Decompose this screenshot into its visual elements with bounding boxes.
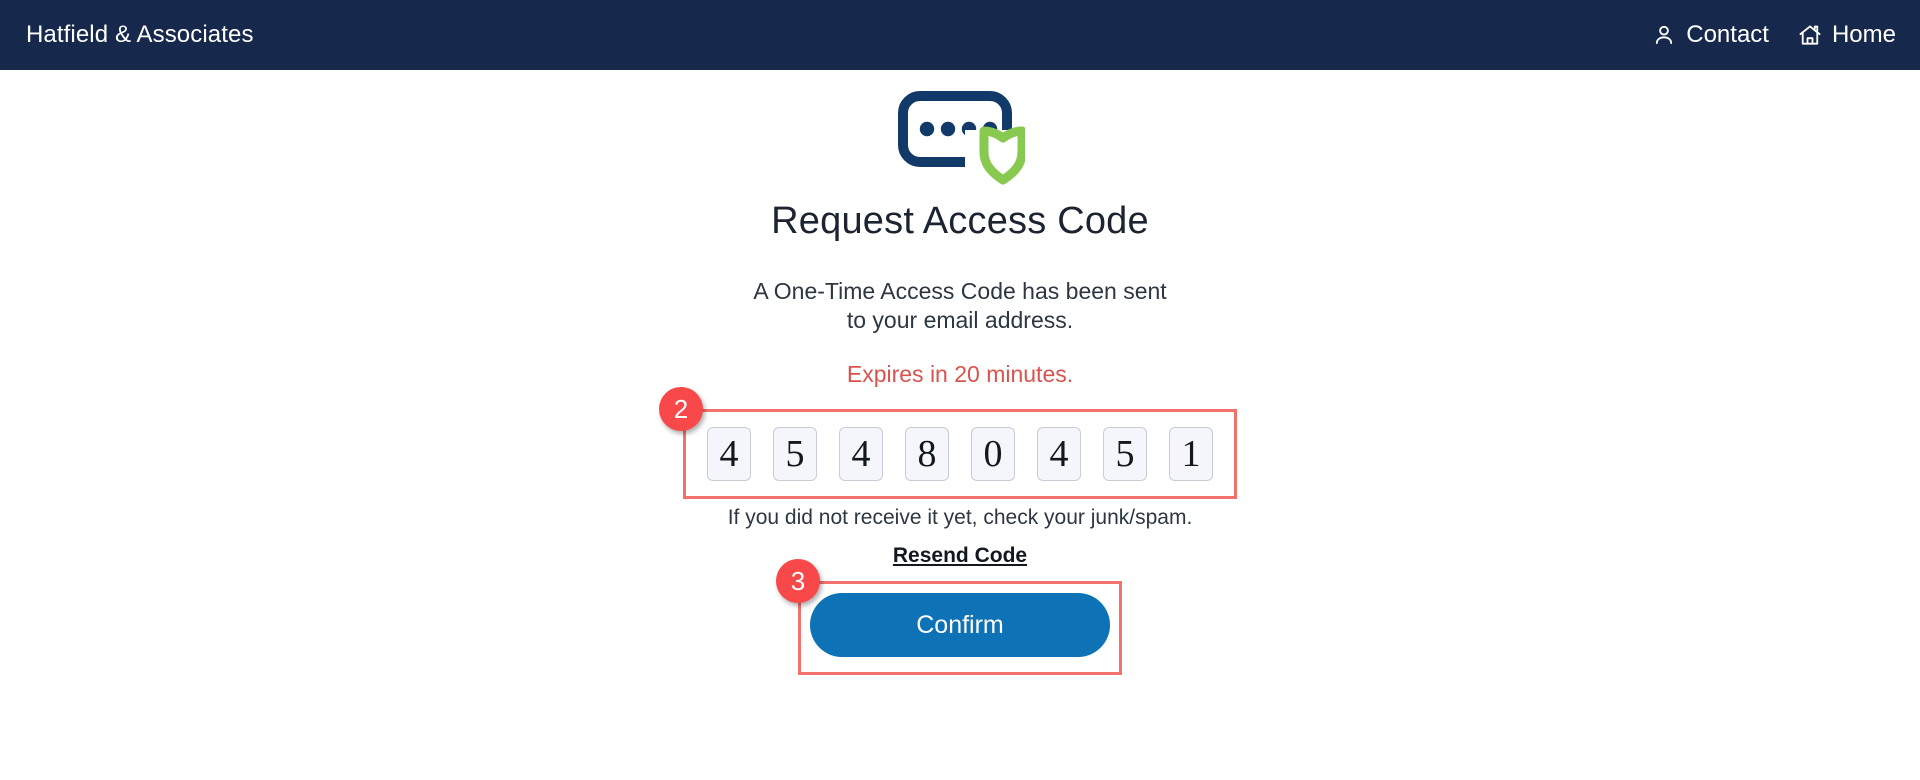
lede-line-1: A One-Time Access Code has been sent [753, 278, 1167, 304]
brand-title: Hatfield & Associates [26, 21, 254, 48]
nav-link-contact[interactable]: Contact [1651, 21, 1769, 49]
nav-link-home-label: Home [1831, 21, 1896, 48]
nav-link-contact-label: Contact [1686, 21, 1769, 48]
user-icon [1651, 22, 1677, 48]
page-title: Request Access Code [771, 200, 1149, 242]
otp-digit-2[interactable]: 5 [773, 427, 817, 482]
otp-digit-3[interactable]: 4 [839, 427, 883, 482]
primary-nav: Contact Home [1651, 21, 1896, 49]
junk-spam-hint: If you did not receive it yet, check you… [727, 506, 1193, 530]
otp-input-group[interactable]: 4 5 4 8 0 4 5 1 2 [659, 387, 1237, 500]
otp-digit-1[interactable]: 4 [707, 427, 751, 482]
annotation-badge-3: 3 [776, 559, 820, 604]
otp-row: 4 5 4 8 0 4 5 1 [683, 409, 1237, 499]
lede-text: A One-Time Access Code has been sent to … [753, 277, 1166, 335]
lede-line-2: to your email address. [846, 307, 1074, 334]
home-icon [1797, 22, 1823, 48]
otp-digit-8[interactable]: 1 [1169, 427, 1213, 482]
resend-code-link[interactable]: Resend Code [893, 544, 1027, 568]
main-content: Request Access Code A One-Time Access Co… [0, 70, 1920, 676]
expiry-notice: Expires in 20 minutes. [846, 361, 1074, 388]
nav-link-home[interactable]: Home [1797, 21, 1896, 49]
confirm-button-wrap: Confirm 3 [776, 559, 1122, 676]
otp-digit-5[interactable]: 0 [971, 427, 1015, 482]
confirm-button[interactable]: Confirm [810, 593, 1110, 658]
otp-digit-6[interactable]: 4 [1037, 427, 1081, 482]
site-header: Hatfield & Associates Contact Home [0, 0, 1920, 70]
password-shield-icon [895, 90, 1027, 190]
otp-digit-4[interactable]: 8 [905, 427, 949, 482]
otp-digit-7[interactable]: 5 [1103, 427, 1147, 482]
